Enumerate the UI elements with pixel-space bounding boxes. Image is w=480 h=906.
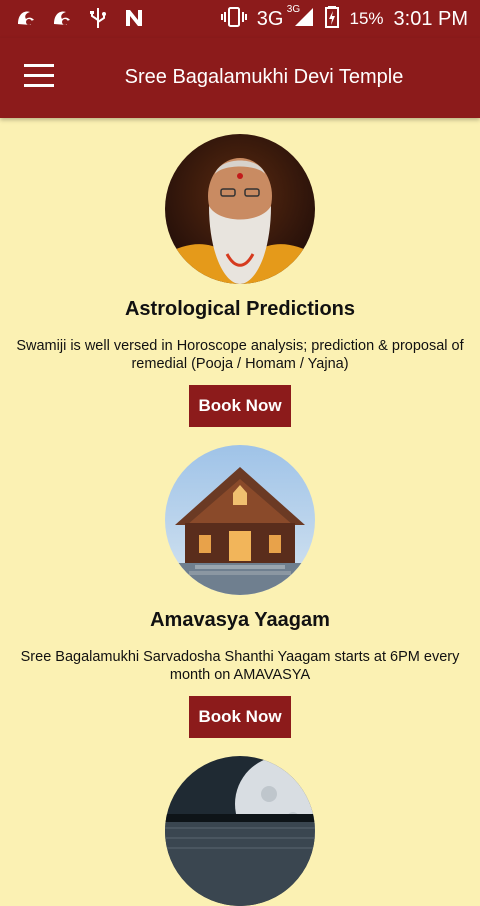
clock: 3:01 PM [393, 7, 468, 30]
service-card: Astrological Predictions Swamiji is well… [0, 134, 480, 427]
uc-browser-icon [50, 6, 74, 30]
service-card [0, 756, 480, 906]
network-type: 3G 3G [256, 4, 300, 31]
usb-icon [86, 6, 110, 30]
battery-percent: 15% [349, 9, 384, 28]
battery-icon [325, 5, 340, 33]
service-title: Astrological Predictions [124, 298, 356, 320]
temple-photo [165, 445, 315, 595]
app-bar: Sree Bagalamukhi Devi Temple [0, 38, 480, 118]
service-description: Swamiji is well versed in Horoscope anal… [16, 338, 464, 372]
status-bar: 3G 3G 15% 3:01 PM [0, 0, 480, 38]
book-now-button[interactable]: Book Now [189, 385, 291, 427]
book-now-button[interactable]: Book Now [189, 696, 291, 738]
services-list[interactable]: Astrological Predictions Swamiji is well… [0, 118, 480, 906]
uc-browser-icon [14, 6, 38, 30]
app-title: Sree Bagalamukhi Devi Temple [124, 66, 404, 88]
moon-lake-photo [165, 756, 315, 906]
network-label: 3G [256, 7, 284, 30]
vibrate-icon [220, 6, 247, 33]
service-card: Amavasya Yaagam Sree Bagalamukhi Sarvado… [0, 445, 480, 738]
swamiji-portrait [165, 134, 315, 284]
network-sup: 3G [286, 3, 301, 15]
service-title: Amavasya Yaagam [150, 609, 330, 631]
n-icon [122, 6, 146, 30]
service-description: Sree Bagalamukhi Sarvadosha Shanthi Yaag… [20, 649, 460, 683]
